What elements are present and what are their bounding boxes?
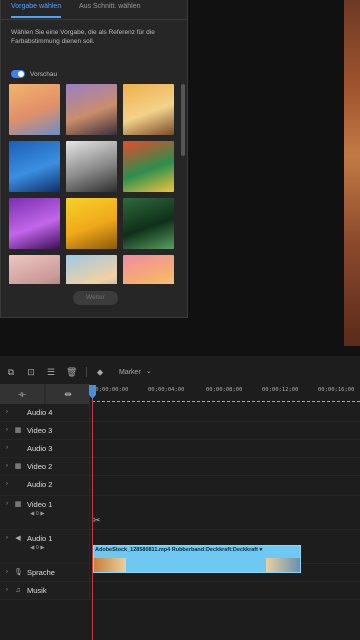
program-monitor-preview	[344, 0, 360, 346]
clip-thumbnails	[94, 558, 300, 572]
preset-thumb-yellow-flower[interactable]	[66, 198, 117, 249]
mic-icon[interactable]: 🎙	[14, 569, 23, 577]
track-row: › ♫ Musik	[0, 582, 360, 600]
top-area: Vorgabe wählen Aus Schnitt. wählen Wähle…	[0, 0, 360, 356]
clip-thumb	[94, 558, 126, 572]
track-name: Video 3	[27, 426, 53, 435]
expand-chevron-icon[interactable]: ›	[6, 463, 8, 469]
track-header[interactable]: › Audio 3	[0, 440, 90, 457]
track-row: › ▦ Video 3	[0, 422, 360, 440]
timecode: 00;00;00;00	[92, 387, 129, 393]
marker-icon[interactable]: ⬥	[95, 367, 105, 377]
track-header[interactable]: › ▦ Video 2	[0, 458, 90, 475]
delete-icon[interactable]: 🗑	[66, 367, 77, 377]
expand-chevron-icon[interactable]: ›	[6, 409, 8, 415]
track-header[interactable]: › 🎙 Sprache	[0, 564, 90, 581]
preset-thumb-desert-road[interactable]	[66, 84, 117, 135]
expand-chevron-icon[interactable]: ›	[6, 445, 8, 451]
panel-tabs: Vorgabe wählen Aus Schnitt. wählen	[1, 0, 187, 20]
track-header[interactable]: › ▦ Video 1 ◀ 0 ▶	[0, 496, 90, 529]
preset-thumb-pink-sky[interactable]	[9, 255, 60, 284]
marker-dropdown[interactable]: Marker	[119, 369, 141, 376]
track-row: › Audio 3	[0, 440, 360, 458]
snap-button[interactable]: ⟛	[0, 384, 44, 404]
track-name: Video 1	[27, 500, 53, 509]
track-header[interactable]: › Audio 4	[0, 404, 90, 421]
panel-scrollbar[interactable]	[181, 84, 185, 156]
expand-chevron-icon[interactable]: ›	[6, 569, 8, 575]
nest-icon[interactable]: ⧉	[6, 367, 16, 377]
timecode: 00;00;04;00	[148, 387, 185, 393]
music-icon[interactable]: ♫	[14, 587, 22, 595]
preset-thumb-beach-sky[interactable]	[66, 255, 117, 284]
timecode: 00;00;16;00	[318, 387, 355, 393]
keyframe-nav[interactable]: ◀ 0 ▶	[30, 545, 45, 551]
razor-icon: ✂	[93, 515, 101, 525]
track-name: Video 2	[27, 462, 53, 471]
track-name: Audio 1	[27, 534, 53, 543]
preset-thumb-green-leaves[interactable]	[123, 198, 174, 249]
track-header[interactable]: › ◀ Audio 1 ◀ 0 ▶	[0, 530, 90, 563]
preset-thumb-sunset-lake[interactable]	[9, 84, 60, 135]
chevron-down-icon[interactable]: ⌄	[144, 367, 154, 377]
tab-preset[interactable]: Vorgabe wählen	[11, 3, 62, 18]
preset-thumb-purple-flowers[interactable]	[9, 198, 60, 249]
expand-chevron-icon[interactable]: ›	[6, 535, 8, 541]
ripple-button[interactable]: ⇹	[46, 384, 90, 404]
keyframe-nav[interactable]: ◀ 0 ▶	[30, 511, 45, 517]
speaker-icon[interactable]: ◀	[14, 535, 22, 543]
preset-thumb-colorful-leaves[interactable]	[123, 141, 174, 192]
timeline-toolbar: ⧉ ⊡ ☰ 🗑 ⬥ Marker ⌄	[0, 362, 360, 382]
track-row: › Audio 2	[0, 476, 360, 496]
color-match-panel: Vorgabe wählen Aus Schnitt. wählen Wähle…	[0, 0, 188, 318]
preset-thumb-gothic-arches[interactable]	[66, 141, 117, 192]
preset-thumb-skateboarder[interactable]	[123, 84, 174, 135]
film-icon[interactable]: ▦	[14, 427, 22, 435]
timecode: 00;00;08;00	[206, 387, 243, 393]
playhead-line[interactable]	[92, 386, 93, 640]
track-name: Audio 3	[27, 444, 53, 453]
preset-thumb-blue-feathers[interactable]	[9, 141, 60, 192]
clip-label: AdobeStock_128580811.mp4 Rubberband:Deck…	[95, 547, 263, 553]
caption-icon[interactable]: ☰	[46, 367, 56, 377]
expand-chevron-icon[interactable]: ›	[6, 587, 8, 593]
insert-icon[interactable]: ⊡	[26, 367, 36, 377]
track-row: › ▦ Video 2	[0, 458, 360, 476]
track-name: Sprache	[27, 568, 55, 577]
expand-chevron-icon[interactable]: ›	[6, 427, 8, 433]
track-header[interactable]: › Audio 2	[0, 476, 90, 495]
track-header[interactable]: › ▦ Video 3	[0, 422, 90, 439]
track-name: Audio 4	[27, 408, 53, 417]
preset-thumb-paint-strokes[interactable]	[123, 255, 174, 284]
video-clip[interactable]: AdobeStock_128580811.mp4 Rubberband:Deck…	[93, 545, 301, 573]
track-row: › Audio 4	[0, 404, 360, 422]
timeline-tracks: › Audio 4 › ▦ Video 3 › Audio 3 › ▦ Video 2 › Audio…	[0, 404, 360, 640]
next-button[interactable]: Weiter	[73, 291, 118, 305]
preset-thumbnail-grid	[9, 84, 177, 284]
expand-chevron-icon[interactable]: ›	[6, 481, 8, 487]
film-icon[interactable]: ▦	[14, 501, 22, 509]
track-name: Musik	[27, 586, 47, 595]
timecode: 00;00;12;00	[262, 387, 299, 393]
tab-from-clip[interactable]: Aus Schnitt. wählen	[79, 3, 140, 10]
clip-thumb	[266, 558, 300, 572]
time-ruler[interactable]: 00;00;00;00 00;00;04;00 00;00;08;00 00;0…	[92, 384, 360, 404]
film-icon[interactable]: ▦	[14, 463, 22, 471]
panel-description: Wählen Sie eine Vorgabe, die als Referen…	[11, 29, 155, 45]
expand-chevron-icon[interactable]: ›	[6, 501, 8, 507]
preview-toggle[interactable]	[11, 70, 25, 78]
preview-toggle-row: Vorschau	[11, 69, 57, 79]
toolbar-divider	[86, 367, 87, 377]
track-name: Audio 2	[27, 480, 53, 489]
preview-toggle-label: Vorschau	[30, 70, 58, 78]
track-header[interactable]: › ♫ Musik	[0, 582, 90, 599]
track-row: › ▦ Video 1 ◀ 0 ▶	[0, 496, 360, 530]
work-area-bar	[92, 401, 360, 402]
